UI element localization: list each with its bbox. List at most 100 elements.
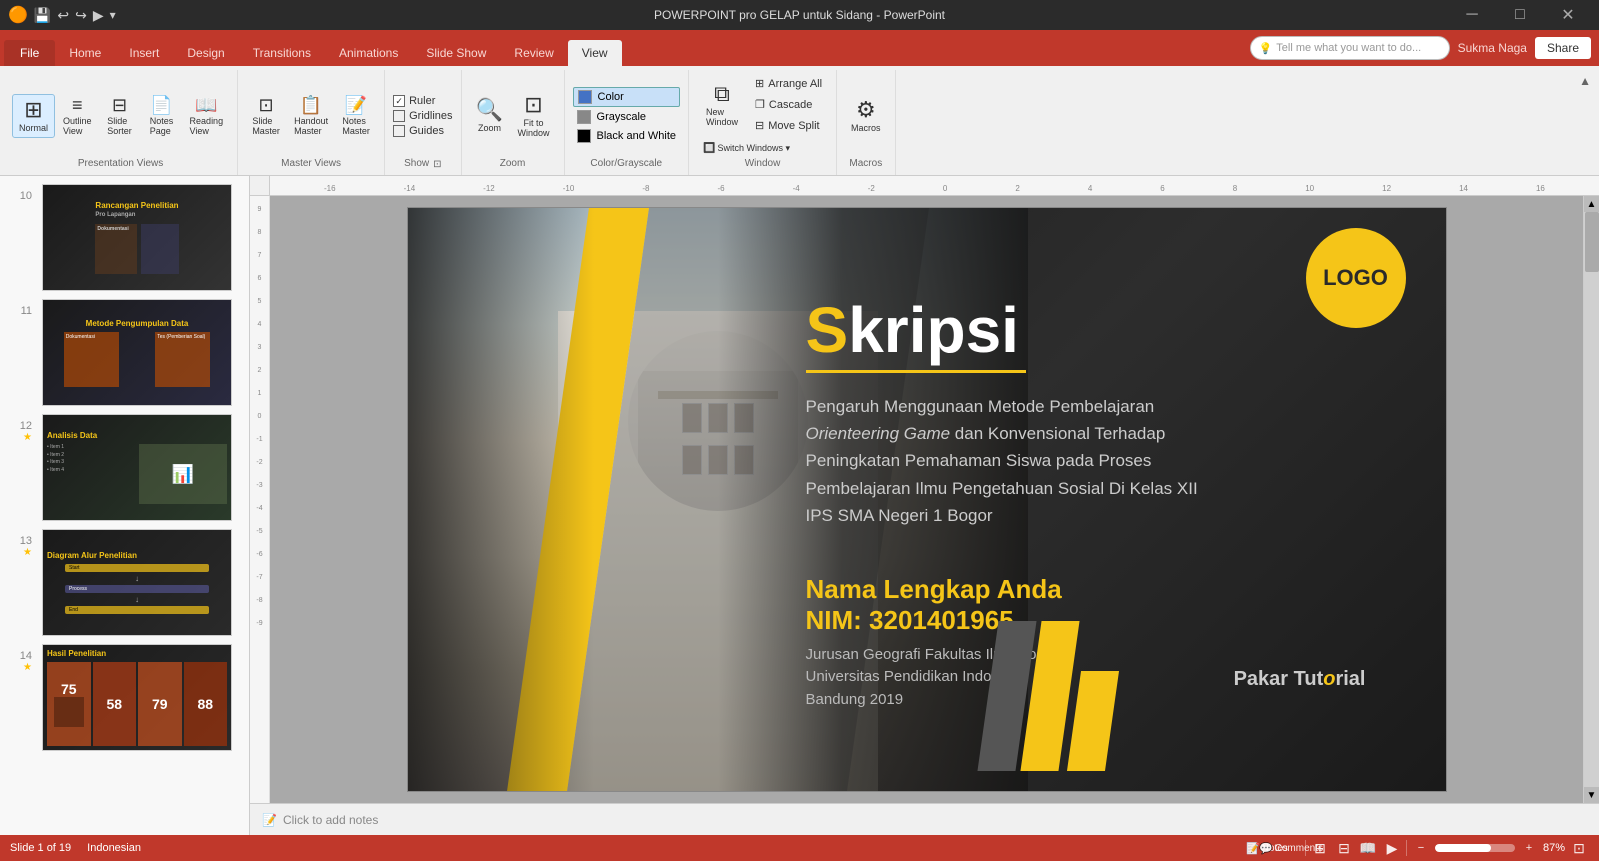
notesmaster-label: NotesMaster bbox=[342, 116, 370, 136]
student-name: Nama Lengkap Anda bbox=[806, 574, 1406, 605]
maximize-button[interactable]: □ bbox=[1497, 0, 1543, 30]
app-icon: 🟠 bbox=[8, 5, 28, 25]
btn-notes-master[interactable]: 📝 NotesMaster bbox=[336, 92, 376, 140]
slide-thumb-12[interactable]: 12 ★ Analisis Data • Item 1• Item 2• Ite… bbox=[0, 410, 249, 525]
btn-notes-page[interactable]: 📄 NotesPage bbox=[142, 92, 182, 140]
notes-bar[interactable]: 📝 Click to add notes bbox=[250, 803, 1599, 835]
view-normal-btn[interactable]: ⊞ bbox=[1310, 838, 1330, 858]
quick-access-undo[interactable]: ↩ bbox=[57, 7, 69, 24]
chk-guides[interactable]: Guides bbox=[393, 125, 452, 137]
tab-animations[interactable]: Animations bbox=[325, 40, 412, 66]
slide-container[interactable]: LOGO Skripsi Pengaruh Menggunaan Metode … bbox=[270, 196, 1583, 803]
btn-outline-view[interactable]: ≡ OutlineView bbox=[57, 92, 98, 140]
reading-icon: 📖 bbox=[195, 96, 217, 114]
handoutmaster-label: HandoutMaster bbox=[294, 116, 328, 136]
scrollbar-right[interactable]: ▲ ▼ bbox=[1583, 196, 1599, 803]
tab-design[interactable]: Design bbox=[173, 40, 238, 66]
minimize-button[interactable]: ─ bbox=[1449, 0, 1495, 30]
view-slideshow-btn[interactable]: ▶ bbox=[1382, 838, 1402, 858]
quick-access-redo[interactable]: ↪ bbox=[75, 7, 87, 24]
color-option[interactable]: Color bbox=[573, 87, 680, 107]
macros-label: Macros bbox=[851, 123, 881, 133]
scroll-down-btn[interactable]: ▼ bbox=[1584, 787, 1599, 803]
title-underline bbox=[806, 370, 1026, 373]
quick-access-more[interactable]: ▾ bbox=[110, 8, 116, 22]
fit-label: Fit toWindow bbox=[518, 118, 550, 138]
ribbon-expand[interactable]: ▲ bbox=[1575, 70, 1595, 175]
user-name: Sukma Naga bbox=[1458, 41, 1527, 55]
btn-arrange-all[interactable]: ⊞ Arrange All bbox=[749, 74, 828, 93]
btn-reading-view[interactable]: 📖 ReadingView bbox=[184, 92, 230, 140]
tutorial-text: Tutorial bbox=[1288, 668, 1365, 690]
color-options: Color Grayscale Black and White bbox=[573, 74, 680, 158]
ruler-row: -16-14-12-10-8-6-4-20246810121416 bbox=[250, 176, 1599, 196]
window-group-label: Window bbox=[745, 158, 781, 171]
fit-slide-btn[interactable]: ⊡ bbox=[1569, 838, 1589, 858]
gridlines-label: Gridlines bbox=[409, 110, 452, 122]
thumb-13-title: Diagram Alur Penelitian bbox=[47, 551, 227, 560]
btn-move-split[interactable]: ⊟ Move Split bbox=[749, 116, 828, 135]
switch-icon: 🔲 bbox=[703, 143, 715, 154]
slide-thumb-11[interactable]: 11 Metode Pengumpulan Data Dokumentasi T… bbox=[0, 295, 249, 410]
scroll-thumb[interactable] bbox=[1585, 212, 1599, 272]
scroll-up-btn[interactable]: ▲ bbox=[1584, 196, 1599, 212]
chk-ruler[interactable]: ✓ Ruler bbox=[393, 95, 452, 107]
zoom-slider[interactable] bbox=[1435, 844, 1515, 852]
ribbon: File Home Insert Design Transitions Anim… bbox=[0, 30, 1599, 176]
title-bar: 🟠 💾 ↩ ↪ ▶ ▾ POWERPOINT pro GELAP untuk S… bbox=[0, 0, 1599, 30]
group-show: ✓ Ruler Gridlines Guides Show ⊡ bbox=[385, 70, 461, 175]
btn-switch-windows[interactable]: 🔲 Switch Windows ▾ bbox=[697, 139, 796, 158]
zoom-in-btn[interactable]: + bbox=[1519, 838, 1539, 858]
slide-number-13: 13 bbox=[10, 533, 32, 547]
btn-new-window[interactable]: ⧉ NewWindow bbox=[697, 79, 747, 131]
ribbon-right: 💡 Tell me what you want to do... Sukma N… bbox=[1250, 36, 1599, 60]
checkbox-group: ✓ Ruler Gridlines Guides bbox=[393, 93, 452, 139]
bw-dot bbox=[577, 129, 591, 143]
comments-btn[interactable]: 💬 Comments bbox=[1281, 838, 1301, 858]
arrange-icon: ⊞ bbox=[755, 77, 764, 90]
btn-cascade[interactable]: ❐ Cascade bbox=[749, 95, 828, 114]
close-button[interactable]: ✕ bbox=[1545, 0, 1591, 30]
share-button[interactable]: Share bbox=[1535, 37, 1591, 59]
color-label: Color bbox=[598, 91, 624, 103]
tab-file[interactable]: File bbox=[4, 40, 55, 66]
btn-slide-sorter[interactable]: ⊟ SlideSorter bbox=[100, 92, 140, 140]
btn-zoom[interactable]: 🔍 Zoom bbox=[470, 95, 510, 137]
chevron-area bbox=[988, 621, 1112, 771]
tab-home[interactable]: Home bbox=[55, 40, 115, 66]
blackwhite-option[interactable]: Black and White bbox=[573, 127, 680, 145]
vertical-ruler: 9 8 7 6 5 4 3 2 1 0 -1 -2 -3 -4 -5 -6 -7… bbox=[250, 196, 270, 803]
title-s: S bbox=[806, 294, 849, 366]
btn-handout-master[interactable]: 📋 HandoutMaster bbox=[288, 92, 334, 140]
guides-checkbox[interactable] bbox=[393, 125, 405, 137]
slide-thumb-10[interactable]: 10 Rancangan Penelitian Pro Lapangan Dok… bbox=[0, 180, 249, 295]
normal-icon: ⊞ bbox=[24, 99, 42, 121]
tab-insert[interactable]: Insert bbox=[115, 40, 173, 66]
view-sorter-btn[interactable]: ⊟ bbox=[1334, 838, 1354, 858]
tell-me-input[interactable]: 💡 Tell me what you want to do... bbox=[1250, 36, 1450, 60]
chk-gridlines[interactable]: Gridlines bbox=[393, 110, 452, 122]
btn-normal[interactable]: ⊞ Normal bbox=[12, 94, 55, 138]
slide-thumb-13[interactable]: 13 ★ Diagram Alur Penelitian Start ↓ Pro… bbox=[0, 525, 249, 640]
expand-icon[interactable]: ▲ bbox=[1579, 74, 1591, 88]
quick-access-save[interactable]: 💾 bbox=[34, 7, 51, 24]
tab-slideshow[interactable]: Slide Show bbox=[412, 40, 500, 66]
zoom-out-btn[interactable]: − bbox=[1411, 838, 1431, 858]
btn-fit-to-window[interactable]: ⊡ Fit toWindow bbox=[512, 90, 556, 142]
ruler-checkbox[interactable]: ✓ bbox=[393, 95, 405, 107]
tab-view[interactable]: View bbox=[568, 40, 622, 66]
group-zoom: 🔍 Zoom ⊡ Fit toWindow Zoom bbox=[462, 70, 565, 175]
tab-transitions[interactable]: Transitions bbox=[239, 40, 325, 66]
tab-review[interactable]: Review bbox=[500, 40, 567, 66]
quick-access-present[interactable]: ▶ bbox=[93, 7, 104, 24]
btn-macros[interactable]: ⚙ Macros bbox=[845, 95, 887, 137]
grayscale-option[interactable]: Grayscale bbox=[573, 108, 680, 126]
mv-label: Master Views bbox=[281, 158, 341, 171]
show-expand-icon[interactable]: ⊡ bbox=[433, 159, 441, 170]
gridlines-checkbox[interactable] bbox=[393, 110, 405, 122]
slide-thumb-14[interactable]: 14 ★ Hasil Penelitian 75 58 bbox=[0, 640, 249, 755]
slide-num-col-11: 11 bbox=[8, 299, 36, 317]
status-bar: Slide 1 of 19 Indonesian 📝 Notes 💬 Comme… bbox=[0, 835, 1599, 861]
btn-slide-master[interactable]: ⊡ SlideMaster bbox=[246, 92, 286, 140]
view-reading-btn[interactable]: 📖 bbox=[1358, 838, 1378, 858]
